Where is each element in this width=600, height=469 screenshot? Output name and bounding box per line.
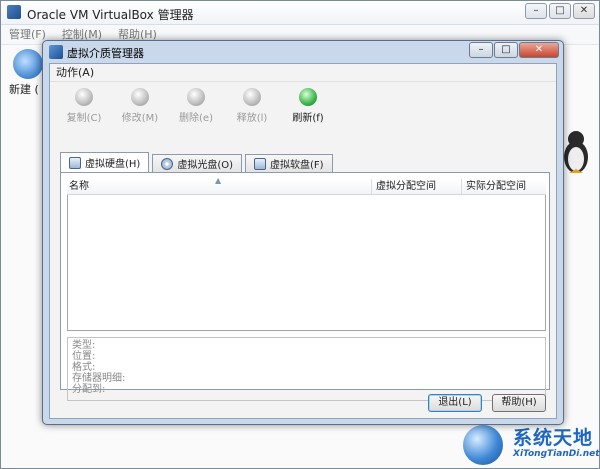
delete-button[interactable]: 删除(e) — [172, 88, 220, 130]
dialog-footer: 退出(L) 帮助(H) — [428, 394, 546, 412]
globe-icon — [463, 425, 503, 465]
column-actual-size[interactable]: 实际分配空间 — [462, 179, 546, 194]
virtualbox-icon — [7, 5, 21, 19]
tux-icon — [564, 131, 588, 173]
exit-button[interactable]: 退出(L) — [428, 394, 482, 412]
media-tabs: 虚拟硬盘(H) 虚拟光盘(O) 虚拟软盘(F) — [60, 152, 333, 172]
column-name[interactable]: ▲ 名称 — [67, 176, 372, 194]
dialog-title: 虚拟介质管理器 — [67, 47, 144, 60]
copy-disk-icon — [75, 88, 93, 106]
watermark-logo: 系统天地 XiTongTianDi.net — [449, 421, 600, 467]
dialog-minimize-button[interactable]: – — [469, 42, 493, 58]
copy-button[interactable]: 复制(C) — [60, 88, 108, 130]
optical-disk-icon — [161, 157, 174, 170]
maximize-button[interactable]: □ — [549, 3, 571, 19]
watermark-title: 系统天地 — [513, 427, 594, 449]
refresh-icon — [299, 88, 317, 106]
dialog-maximize-button[interactable]: □ — [494, 42, 518, 58]
release-button[interactable]: 释放(l) — [228, 88, 276, 130]
menu-manage[interactable]: 管理(F) — [9, 25, 46, 44]
modify-button[interactable]: 修改(M) — [116, 88, 164, 130]
detail-storage: 存储器明细: — [72, 373, 126, 384]
watermark-subtitle: XiTongTianDi.net — [513, 449, 600, 459]
dialog-toolbar: 复制(C) 修改(M) 删除(e) 释放(l) 刷新(f) — [50, 82, 556, 130]
sort-ascending-icon: ▲ — [215, 176, 222, 185]
detail-type: 类型: — [72, 340, 96, 351]
tab-floppy-disks[interactable]: 虚拟软盘(F) — [245, 154, 333, 172]
dialog-menubar: 动作(A) — [50, 64, 556, 82]
minimize-button[interactable]: – — [525, 3, 547, 19]
media-manager-icon — [49, 45, 63, 59]
help-button[interactable]: 帮助(H) — [492, 394, 546, 412]
delete-disk-icon — [187, 88, 205, 106]
detail-format: 格式: — [72, 362, 96, 373]
column-virtual-size[interactable]: 虚拟分配空间 — [372, 179, 462, 194]
media-details: 类型: 位置: 格式: 存储器明细: 分配到: — [67, 337, 546, 401]
refresh-button[interactable]: 刷新(f) — [284, 88, 332, 130]
hard-disk-icon — [69, 156, 81, 169]
dialog-close-button[interactable]: ✕ — [519, 42, 559, 58]
dialog-body: 动作(A) 复制(C) 修改(M) 删除(e) 释放(l) 刷新(f) 虚拟硬盘… — [49, 63, 557, 419]
tab-hard-disks[interactable]: 虚拟硬盘(H) — [60, 152, 150, 172]
gear-icon — [13, 49, 43, 79]
tab-optical-disks[interactable]: 虚拟光盘(O) — [152, 154, 243, 172]
close-button[interactable]: ✕ — [573, 3, 595, 19]
detail-location: 位置: — [72, 351, 96, 362]
menu-action[interactable]: 动作(A) — [56, 66, 94, 79]
dialog-titlebar[interactable]: 虚拟介质管理器 – □ ✕ — [43, 41, 563, 63]
media-list[interactable] — [67, 179, 546, 331]
list-header: ▲ 名称 虚拟分配空间 实际分配空间 — [67, 176, 546, 195]
floppy-disk-icon — [254, 157, 267, 170]
main-titlebar: Oracle VM VirtualBox 管理器 – □ ✕ — [1, 1, 599, 25]
media-manager-dialog: 虚拟介质管理器 – □ ✕ 动作(A) 复制(C) 修改(M) 删除(e) 释放… — [42, 40, 564, 425]
hard-disks-panel: ▲ 名称 虚拟分配空间 实际分配空间 类型: 位置: 格式: 存储器明细: 分配… — [60, 172, 550, 401]
modify-disk-icon — [131, 88, 149, 106]
main-window-title: Oracle VM VirtualBox 管理器 — [27, 8, 194, 22]
release-disk-icon — [243, 88, 261, 106]
